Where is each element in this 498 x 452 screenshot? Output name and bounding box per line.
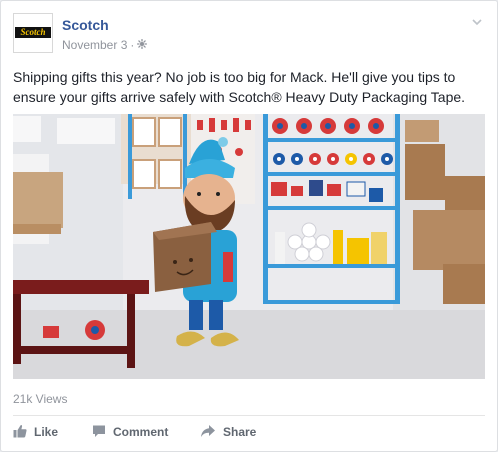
video-frame (13, 114, 485, 379)
post-meta: November 3 · (62, 38, 148, 52)
post-date[interactable]: November 3 (62, 38, 127, 52)
like-button[interactable]: Like (13, 421, 58, 443)
actions-divider (13, 415, 485, 416)
like-label: Like (34, 425, 59, 439)
video-views-count: 21k Views (13, 392, 68, 406)
video-player[interactable] (13, 114, 485, 379)
share-arrow-icon (200, 424, 223, 441)
thumbs-up-icon (13, 424, 34, 441)
share-button[interactable]: Share (200, 421, 256, 443)
comment-icon (92, 424, 113, 441)
post-header: Scotch Scotch November 3 · (13, 13, 485, 57)
post-actions-bar: Like Comment Share (13, 421, 485, 443)
comment-label: Comment (113, 425, 169, 439)
meta-separator: · (130, 38, 135, 52)
scotch-logo: Scotch (15, 27, 51, 38)
comment-button[interactable]: Comment (92, 421, 168, 443)
post-options-chevron-icon[interactable] (471, 15, 483, 27)
page-name-link[interactable]: Scotch (62, 17, 109, 33)
page-avatar[interactable]: Scotch (13, 13, 53, 53)
post-card: Scotch Scotch November 3 · Shipping gifts… (0, 0, 498, 452)
globe-icon (137, 38, 148, 52)
post-message: Shipping gifts this year? No job is too … (13, 69, 466, 105)
share-label: Share (223, 425, 257, 439)
